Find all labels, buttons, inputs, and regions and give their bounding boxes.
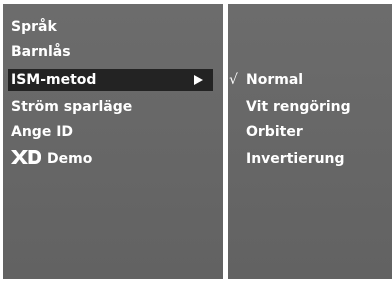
menu-item-child-lock[interactable]: Barnlås bbox=[11, 41, 71, 63]
submenu-item-label: Vit rengöring bbox=[246, 99, 351, 115]
xd-logo-icon bbox=[11, 150, 41, 164]
menu-item-power-saving[interactable]: Ström sparläge bbox=[11, 96, 132, 118]
menu-item-label: Språk bbox=[11, 19, 57, 35]
menu-item-ism-method[interactable]: ISM-metod bbox=[8, 69, 213, 91]
menu-item-label: Ström sparläge bbox=[11, 99, 133, 115]
menu-item-label: ISM-metod bbox=[11, 72, 97, 88]
menu-item-label: Barnlås bbox=[11, 44, 71, 60]
submenu-item-label: Invertierung bbox=[246, 151, 345, 167]
tv-osd-screen: Språk Barnlås ISM-metod Ström sparläge A… bbox=[0, 0, 392, 283]
submenu-item-white-wash[interactable]: Vit rengöring bbox=[246, 96, 351, 118]
menu-item-set-id[interactable]: Ange ID bbox=[11, 121, 73, 143]
menu-item-demo[interactable]: Demo bbox=[11, 148, 92, 170]
arrow-right-icon bbox=[194, 75, 203, 85]
menu-item-label: Demo bbox=[47, 151, 93, 167]
submenu-item-inversion[interactable]: Invertierung bbox=[246, 148, 345, 170]
menu-item-language[interactable]: Språk bbox=[11, 16, 57, 38]
submenu-item-normal[interactable]: Normal bbox=[246, 69, 303, 91]
submenu-item-orbiter[interactable]: Orbiter bbox=[246, 121, 303, 143]
submenu-item-label: Orbiter bbox=[246, 124, 303, 140]
check-mark-icon: √ bbox=[229, 72, 238, 88]
submenu-item-label: Normal bbox=[246, 72, 304, 88]
menu-item-label: Ange ID bbox=[11, 124, 74, 140]
